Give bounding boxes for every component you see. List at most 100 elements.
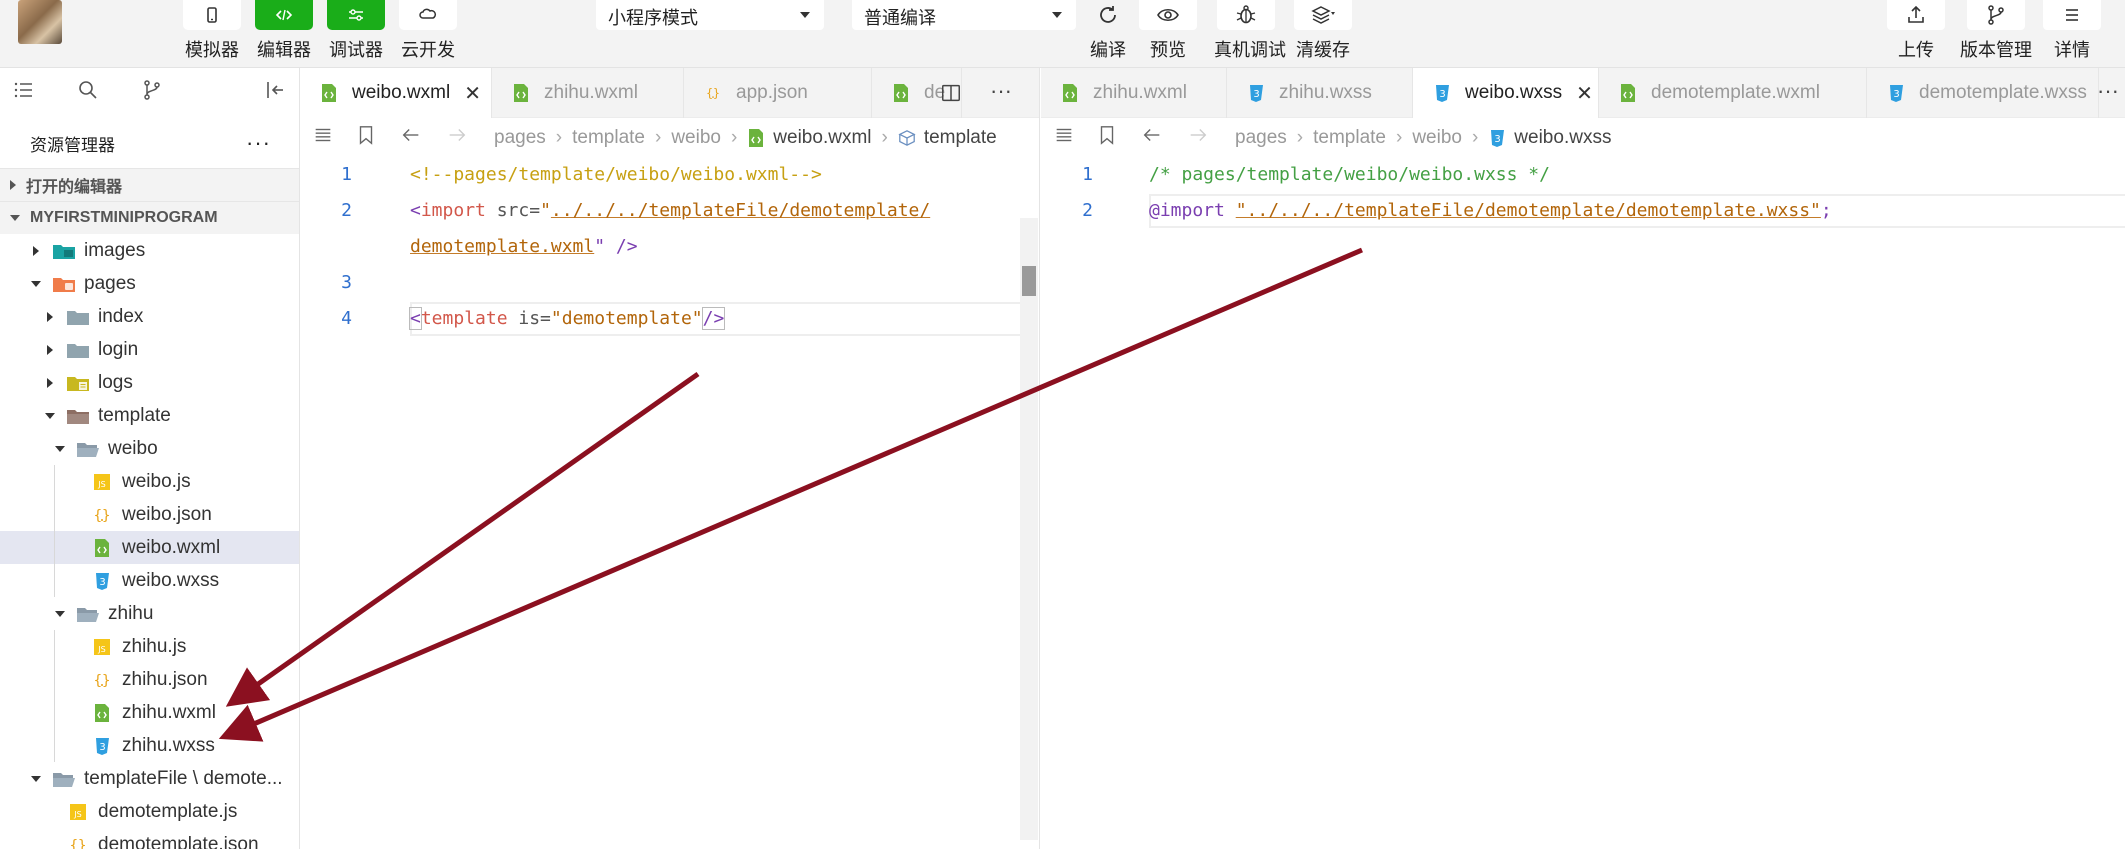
search-icon[interactable] [76, 78, 100, 108]
right-more-button[interactable]: ··· [2097, 78, 2119, 104]
editor-tab-label: weibo.wxss [1465, 82, 1563, 103]
editor-button[interactable]: 编辑器 [250, 0, 318, 62]
code-token: template [420, 308, 508, 329]
left-scrollbar[interactable] [1020, 218, 1038, 840]
file-tree-label: login [98, 338, 139, 360]
open-editors-section[interactable]: 打开的编辑器 [0, 168, 299, 201]
forward-arrow-icon[interactable] [446, 124, 468, 152]
project-section[interactable]: MYFIRSTMINIPROGRAM [0, 201, 299, 234]
breadcrumb-item[interactable]: pages [1235, 127, 1287, 149]
back-arrow-icon[interactable] [400, 124, 422, 152]
file-tree-item[interactable]: 3 weibo.wxss [0, 564, 299, 597]
file-tree-item[interactable]: JS demotemplate.js [0, 795, 299, 828]
editor-tab[interactable]: 3 demotemplate.wxss [1867, 68, 2099, 118]
code-line-2: @import "../../../templateFile/demotempl… [1149, 200, 1832, 221]
file-tree-item[interactable]: login [0, 333, 299, 366]
details-button[interactable]: 详情 [2040, 0, 2104, 62]
file-tree-item[interactable]: zhihu.wxml [0, 696, 299, 729]
breadcrumb-item[interactable]: template [1313, 127, 1386, 149]
file-tree-label: index [98, 305, 144, 327]
file-tree-label: logs [98, 371, 133, 393]
pages-folder-icon [52, 274, 76, 294]
debugger-button[interactable]: 调试器 [322, 0, 390, 62]
file-tree-item[interactable]: {} demotemplate.json [0, 828, 299, 849]
clear-cache-button[interactable]: 清缓存 [1290, 0, 1356, 62]
file-tree-item[interactable]: {} weibo.json [0, 498, 299, 531]
file-tree-label: zhihu [108, 602, 154, 624]
code-link[interactable]: "../../../templateFile/demotemplate/demo… [1236, 200, 1821, 221]
list-icon[interactable] [12, 78, 36, 108]
mode-select[interactable]: 小程序模式 [596, 0, 824, 30]
list-icon[interactable] [312, 124, 334, 152]
breadcrumb-item[interactable]: weibo [671, 127, 721, 149]
file-tree-item[interactable]: logs [0, 366, 299, 399]
file-tree-item[interactable]: template [0, 399, 299, 432]
breadcrumb-item[interactable]: weibo [1412, 127, 1462, 149]
editor-tab[interactable]: zhihu.wxml [492, 68, 684, 118]
chevron-down-icon [54, 608, 66, 620]
list-icon[interactable] [1053, 124, 1075, 152]
file-tree-item[interactable]: pages [0, 267, 299, 300]
upload-button[interactable]: 上传 [1884, 0, 1948, 62]
breadcrumb-item[interactable]: weibo.wxml [773, 127, 871, 149]
explorer-more-button[interactable]: ··· [246, 130, 271, 156]
back-arrow-icon[interactable] [1141, 124, 1163, 152]
close-icon[interactable]: ✕ [1576, 81, 1593, 106]
bookmark-icon[interactable] [356, 124, 376, 152]
refresh-icon [1076, 0, 1140, 30]
svg-text:{}: {} [94, 673, 111, 689]
breadcrumb-item[interactable]: template [572, 127, 645, 149]
code-token: " /> [594, 236, 638, 257]
breadcrumb-separator: › [730, 127, 738, 148]
wxss-file-icon: 3 [1247, 83, 1265, 103]
breadcrumb-separator: › [654, 127, 662, 148]
file-tree-item[interactable]: {} zhihu.json [0, 663, 299, 696]
code-link[interactable]: ../../../templateFile/demotemplate/ [551, 200, 930, 221]
editor-tab[interactable]: {} app.json [684, 68, 872, 118]
file-tree-item[interactable]: JS weibo.js [0, 465, 299, 498]
close-icon[interactable]: ✕ [464, 81, 481, 106]
file-tree-item[interactable]: 3 zhihu.wxss [0, 729, 299, 762]
breadcrumb-item[interactable]: weibo.wxss [1514, 127, 1611, 149]
compile-button[interactable]: 编译 [1076, 0, 1140, 62]
avatar[interactable] [18, 0, 62, 44]
editor-tab-label: zhihu.wxml [544, 82, 638, 103]
forward-arrow-icon[interactable] [1187, 124, 1209, 152]
svg-text:JS: JS [97, 645, 105, 654]
cloud-button[interactable]: 云开发 [394, 0, 462, 62]
left-scrollbar-thumb[interactable] [1022, 266, 1036, 296]
file-tree-label: zhihu.json [122, 668, 208, 690]
file-tree-item[interactable]: index [0, 300, 299, 333]
editor-tab[interactable]: 3 weibo.wxss ✕ [1413, 68, 1599, 118]
editor-tab[interactable]: 3 zhihu.wxss [1227, 68, 1413, 118]
code-token: import [420, 200, 486, 221]
file-tree-item[interactable]: weibo.wxml [0, 531, 299, 564]
preview-button[interactable]: 预览 [1136, 0, 1200, 62]
code-link[interactable]: demotemplate.wxml [410, 236, 594, 257]
version-button[interactable]: 版本管理 [1958, 0, 2034, 62]
editor-tab[interactable]: zhihu.wxml [1041, 68, 1227, 118]
split-editor-icon[interactable] [940, 82, 962, 110]
simulator-button[interactable]: 模拟器 [178, 0, 246, 62]
source-control-icon[interactable] [140, 78, 164, 108]
code-token: ; [1820, 200, 1832, 221]
bookmark-icon[interactable] [1097, 124, 1117, 152]
editor-tab[interactable]: demotemplate.wxml [1599, 68, 1867, 118]
indent-guide [54, 663, 55, 696]
file-tree-item[interactable]: images [0, 234, 299, 267]
remote-debug-button[interactable]: 真机调试 [1214, 0, 1286, 62]
code-line-2: <import src="../../../templateFile/demot… [410, 200, 930, 221]
left-more-button[interactable]: ··· [990, 78, 1012, 104]
open-folder-icon [76, 439, 100, 459]
file-tree-item[interactable]: JS zhihu.js [0, 630, 299, 663]
file-tree-label: weibo.wxml [122, 536, 221, 558]
collapse-panel-icon[interactable] [263, 78, 287, 108]
file-tree-item[interactable]: templateFile \ demote... [0, 762, 299, 795]
editor-tab[interactable]: weibo.wxml ✕ [300, 68, 492, 118]
file-tree-item[interactable]: zhihu [0, 597, 299, 630]
breadcrumb-item[interactable]: pages [494, 127, 546, 149]
breadcrumb-item[interactable]: template [924, 127, 997, 149]
editor-tab-label: app.json [736, 82, 808, 103]
compile-select[interactable]: 普通编译 [852, 0, 1076, 30]
file-tree-item[interactable]: weibo [0, 432, 299, 465]
